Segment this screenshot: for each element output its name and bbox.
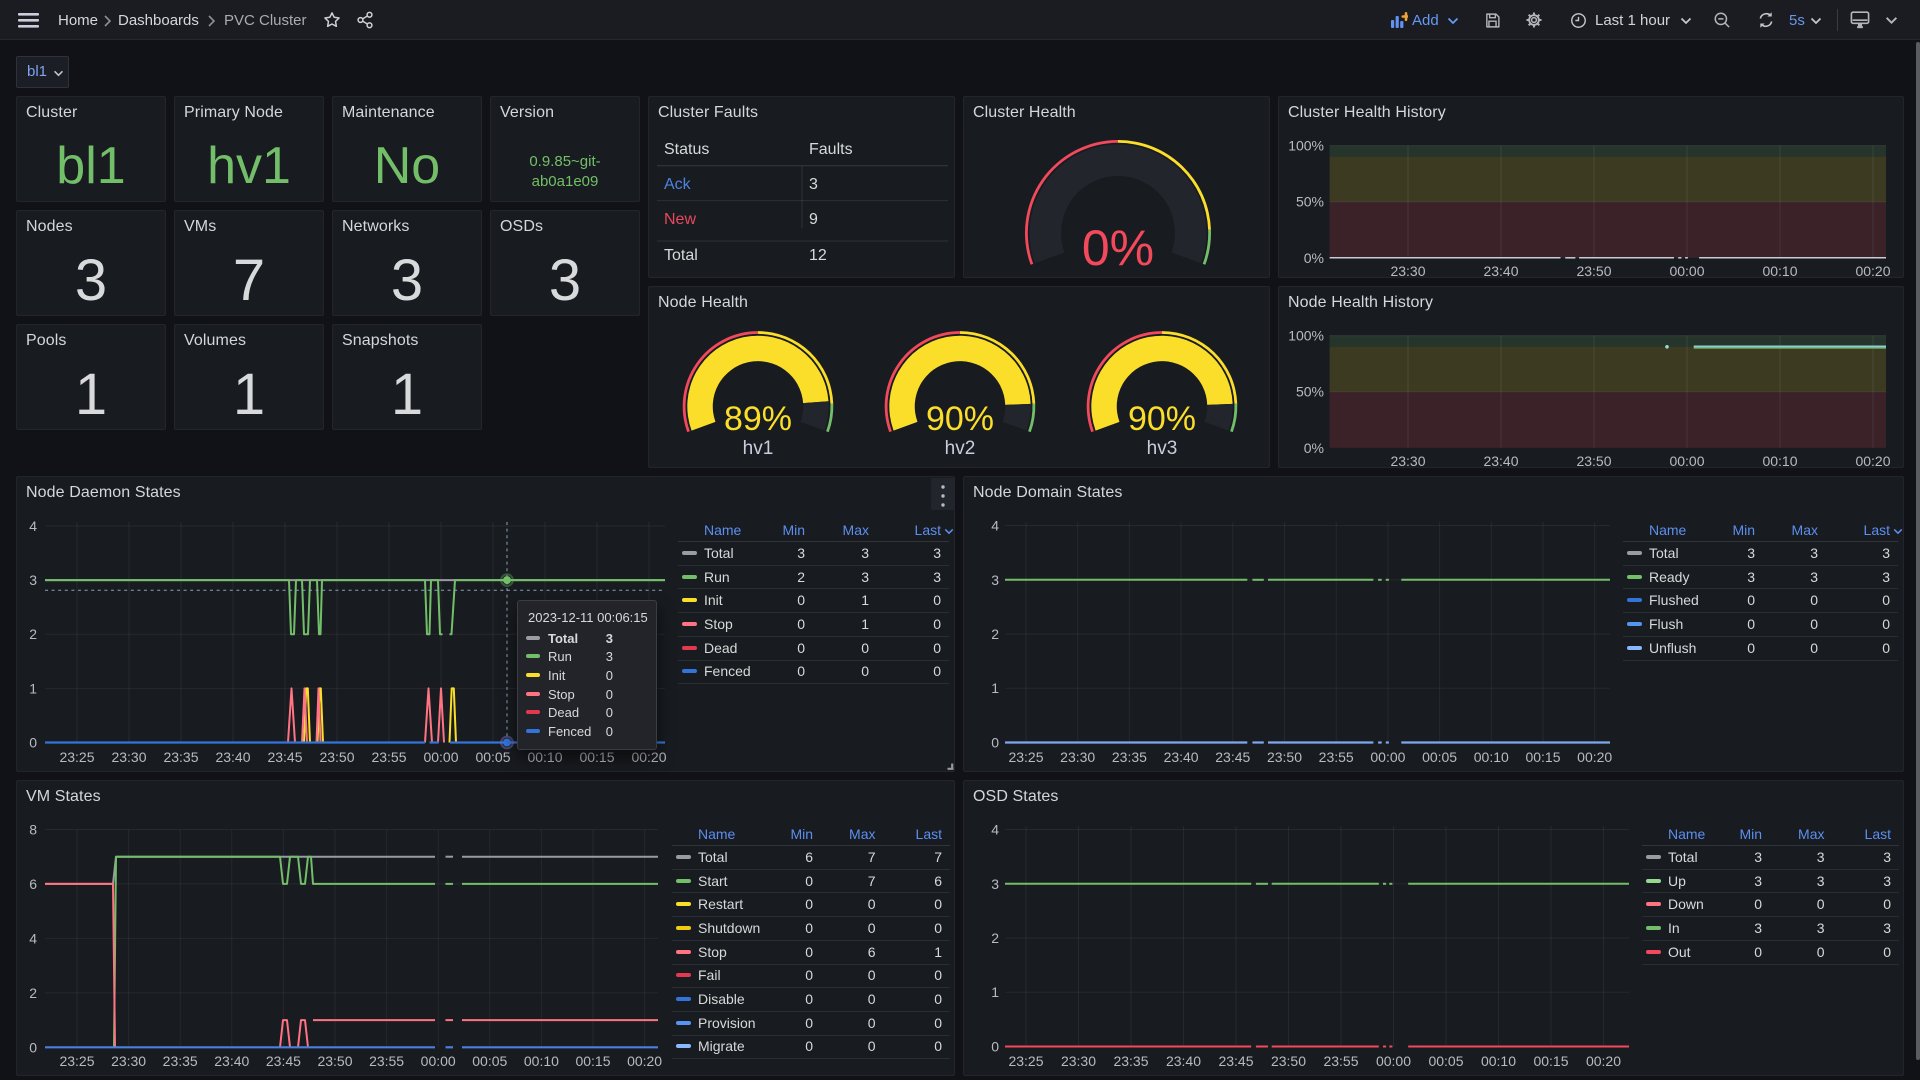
svg-text:0%: 0%: [1304, 440, 1324, 456]
svg-text:0: 0: [29, 735, 37, 751]
svg-text:23:55: 23:55: [371, 749, 406, 765]
svg-text:00:10: 00:10: [1762, 453, 1797, 469]
svg-text:00:20: 00:20: [1855, 453, 1890, 469]
svg-text:00:05: 00:05: [1428, 1053, 1463, 1069]
svg-text:hv3: hv3: [1147, 438, 1178, 459]
svg-text:0%: 0%: [1082, 220, 1154, 276]
svg-text:2: 2: [29, 626, 37, 642]
svg-text:50%: 50%: [1296, 384, 1324, 400]
svg-text:8: 8: [29, 822, 37, 838]
svg-text:0: 0: [991, 1039, 999, 1055]
svg-text:100%: 100%: [1288, 138, 1324, 154]
svg-text:23:35: 23:35: [163, 749, 198, 765]
svg-text:23:25: 23:25: [59, 1053, 94, 1069]
svg-text:6: 6: [29, 876, 37, 892]
svg-text:00:15: 00:15: [575, 1053, 610, 1069]
svg-text:23:50: 23:50: [1576, 453, 1611, 469]
svg-text:00:20: 00:20: [1855, 263, 1890, 279]
svg-text:4: 4: [29, 518, 37, 534]
svg-text:89%: 89%: [724, 400, 792, 438]
svg-text:23:45: 23:45: [266, 1053, 301, 1069]
svg-text:23:25: 23:25: [59, 749, 94, 765]
svg-text:00:10: 00:10: [1474, 749, 1509, 765]
svg-text:00:10: 00:10: [524, 1053, 559, 1069]
svg-text:23:40: 23:40: [1166, 1053, 1201, 1069]
svg-text:2: 2: [29, 985, 37, 1001]
svg-text:2: 2: [991, 930, 999, 946]
svg-text:23:55: 23:55: [1323, 1053, 1358, 1069]
svg-text:3: 3: [991, 876, 999, 892]
svg-text:23:25: 23:25: [1008, 1053, 1043, 1069]
svg-text:23:50: 23:50: [1576, 263, 1611, 279]
svg-text:23:35: 23:35: [163, 1053, 198, 1069]
svg-text:90%: 90%: [926, 400, 994, 438]
svg-text:3: 3: [29, 572, 37, 588]
svg-text:00:00: 00:00: [1669, 453, 1704, 469]
svg-text:hv1: hv1: [743, 438, 774, 459]
svg-text:23:50: 23:50: [1271, 1053, 1306, 1069]
svg-text:00:15: 00:15: [1525, 749, 1560, 765]
svg-text:4: 4: [991, 518, 999, 534]
svg-text:23:40: 23:40: [1483, 263, 1518, 279]
svg-text:23:40: 23:40: [215, 749, 250, 765]
svg-text:0: 0: [29, 1039, 37, 1055]
svg-text:00:00: 00:00: [1669, 263, 1704, 279]
svg-text:00:15: 00:15: [579, 749, 614, 765]
svg-text:00:20: 00:20: [1586, 1053, 1621, 1069]
svg-text:00:10: 00:10: [1762, 263, 1797, 279]
svg-text:23:50: 23:50: [319, 749, 354, 765]
svg-text:00:15: 00:15: [1533, 1053, 1568, 1069]
svg-text:23:50: 23:50: [1267, 749, 1302, 765]
svg-text:0: 0: [991, 735, 999, 751]
svg-text:1: 1: [991, 984, 999, 1000]
svg-text:3: 3: [991, 572, 999, 588]
svg-text:23:45: 23:45: [1218, 1053, 1253, 1069]
svg-text:23:50: 23:50: [317, 1053, 352, 1069]
svg-text:23:30: 23:30: [1061, 1053, 1096, 1069]
svg-text:23:35: 23:35: [1112, 749, 1147, 765]
svg-text:00:00: 00:00: [421, 1053, 456, 1069]
svg-text:00:00: 00:00: [1370, 749, 1405, 765]
svg-text:00:10: 00:10: [527, 749, 562, 765]
svg-text:23:30: 23:30: [1390, 453, 1425, 469]
svg-text:00:05: 00:05: [475, 749, 510, 765]
svg-text:1: 1: [991, 680, 999, 696]
svg-text:00:20: 00:20: [1577, 749, 1612, 765]
svg-text:hv2: hv2: [945, 438, 976, 459]
svg-text:23:45: 23:45: [267, 749, 302, 765]
svg-text:100%: 100%: [1288, 328, 1324, 344]
svg-text:23:55: 23:55: [369, 1053, 404, 1069]
svg-text:23:30: 23:30: [1060, 749, 1095, 765]
svg-text:23:30: 23:30: [111, 1053, 146, 1069]
svg-text:23:30: 23:30: [1390, 263, 1425, 279]
svg-text:23:40: 23:40: [1164, 749, 1199, 765]
svg-text:23:25: 23:25: [1008, 749, 1043, 765]
svg-text:00:20: 00:20: [631, 749, 666, 765]
svg-text:00:20: 00:20: [627, 1053, 662, 1069]
svg-text:00:10: 00:10: [1481, 1053, 1516, 1069]
svg-text:00:05: 00:05: [1422, 749, 1457, 765]
svg-text:00:00: 00:00: [1376, 1053, 1411, 1069]
svg-text:4: 4: [29, 930, 37, 946]
svg-text:23:35: 23:35: [1113, 1053, 1148, 1069]
svg-text:00:00: 00:00: [423, 749, 458, 765]
svg-text:4: 4: [991, 822, 999, 838]
svg-text:23:55: 23:55: [1319, 749, 1354, 765]
svg-text:23:30: 23:30: [111, 749, 146, 765]
svg-text:1: 1: [29, 680, 37, 696]
svg-text:00:05: 00:05: [472, 1053, 507, 1069]
svg-text:23:40: 23:40: [1483, 453, 1518, 469]
svg-text:50%: 50%: [1296, 194, 1324, 210]
svg-text:23:40: 23:40: [214, 1053, 249, 1069]
svg-text:2: 2: [991, 626, 999, 642]
svg-text:0%: 0%: [1304, 250, 1324, 266]
svg-text:23:45: 23:45: [1215, 749, 1250, 765]
svg-text:90%: 90%: [1128, 400, 1196, 438]
